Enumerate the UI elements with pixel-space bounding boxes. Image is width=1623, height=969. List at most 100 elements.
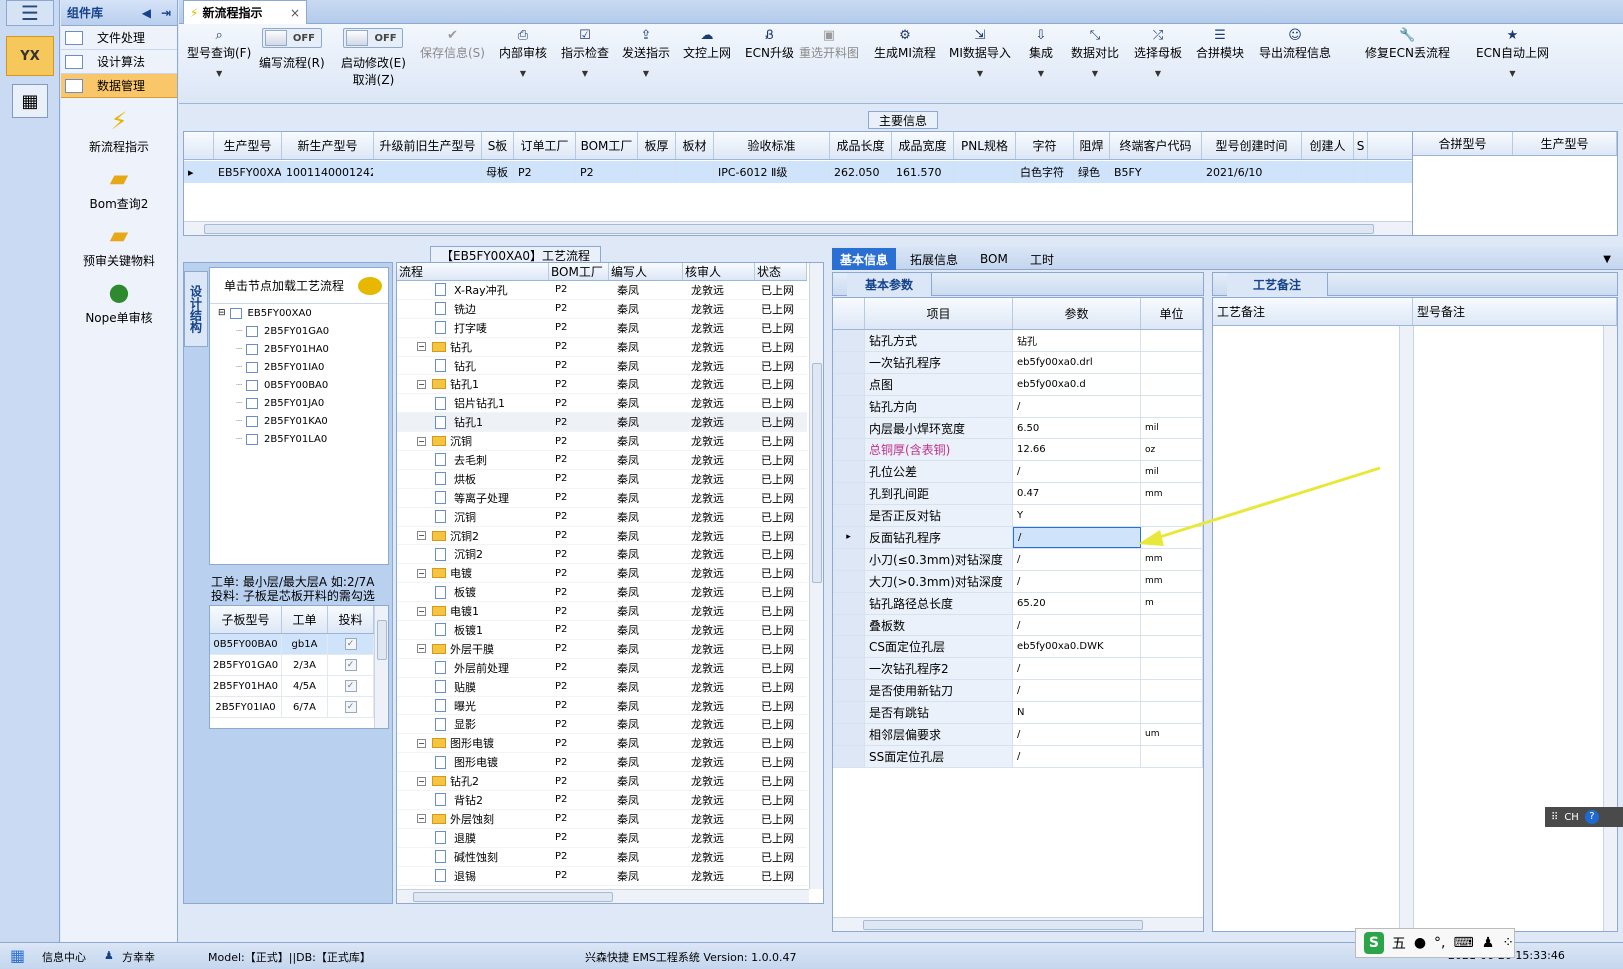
param-row[interactable]: 内层最小焊环宽度 6.50 mil bbox=[833, 417, 1203, 440]
collapse-icon[interactable]: − bbox=[417, 606, 426, 616]
generate-mi-flow-button[interactable]: ⚙ 生成MI流程 bbox=[874, 28, 936, 61]
list-item[interactable]: 退膜 P2 秦凤 龙敦远 已上网 bbox=[397, 829, 807, 848]
param-row[interactable]: CS面定位孔层 eb5fy00xa0.DWK bbox=[833, 636, 1203, 659]
vertical-scrollbar[interactable] bbox=[374, 606, 388, 728]
table-row[interactable]: 2B5FY01IA0 6/7A ✓ bbox=[210, 697, 388, 718]
tab-design-structure[interactable]: 设计结构 bbox=[184, 271, 208, 347]
hamburger-menu-icon[interactable]: ☰ bbox=[6, 0, 54, 26]
language-bar[interactable]: ⠿ CH ? bbox=[1545, 807, 1623, 827]
column-header[interactable]: 订单工厂 bbox=[514, 132, 576, 159]
vertical-scrollbar[interactable] bbox=[1399, 326, 1413, 931]
param-row[interactable]: 是否使用新钻刀 / bbox=[833, 680, 1203, 703]
tab-bom[interactable]: BOM bbox=[972, 248, 1016, 270]
list-item[interactable]: 退锡 P2 秦凤 龙敦远 已上网 bbox=[397, 867, 807, 886]
table-cell[interactable]: 绿色 bbox=[1074, 161, 1110, 183]
table-cell[interactable]: 161.570 bbox=[892, 161, 954, 183]
horizontal-scrollbar[interactable] bbox=[397, 889, 809, 903]
mi-data-import-button[interactable]: ⇲ MI数据导入 ▼ bbox=[949, 28, 1011, 78]
param-row[interactable]: 大刀(>0.3mm)对钻深度 / mm bbox=[833, 570, 1203, 593]
save-info-button[interactable]: ✔ 保存信息(S) bbox=[420, 28, 485, 61]
list-item[interactable]: X-Ray冲孔 P2 秦凤 龙敦远 已上网 bbox=[397, 281, 807, 300]
list-item[interactable]: 碱性蚀刻 P2 秦凤 龙敦远 已上网 bbox=[397, 848, 807, 867]
list-item[interactable]: 钻孔1 P2 秦凤 龙敦远 已上网 bbox=[397, 413, 807, 433]
list-item[interactable]: 曝光 P2 秦凤 龙敦远 已上网 bbox=[397, 697, 807, 716]
table-cell[interactable] bbox=[1354, 161, 1368, 183]
moon-icon[interactable]: ● bbox=[1414, 935, 1426, 951]
column-header[interactable]: S板 bbox=[482, 132, 514, 159]
list-item[interactable]: 钻孔 P2 秦凤 龙敦远 已上网 bbox=[397, 357, 807, 376]
column-header[interactable]: 验收标准 bbox=[714, 132, 830, 159]
param-row[interactable]: 钻孔路径总长度 65.20 m bbox=[833, 592, 1203, 615]
ecn-upgrade-button[interactable]: Ᏸ ECN升级 bbox=[745, 28, 794, 61]
select-mother-board-button[interactable]: ⤮ 选择母板 ▼ bbox=[1134, 28, 1182, 78]
column-header[interactable]: 生产型号 bbox=[214, 132, 282, 159]
param-value-cell[interactable]: Y bbox=[1013, 505, 1141, 527]
list-item[interactable]: − 沉铜 P2 秦凤 龙敦远 已上网 bbox=[397, 432, 807, 452]
tree-node-root[interactable]: ⊟ EB5FY00XA0 bbox=[210, 304, 388, 322]
param-value-cell[interactable]: N bbox=[1013, 702, 1141, 724]
tree-node[interactable]: ┈ 2B5FY01KA0 bbox=[210, 412, 388, 430]
table-cell[interactable]: P2 bbox=[514, 161, 576, 183]
collapse-icon[interactable]: − bbox=[417, 436, 426, 446]
list-item[interactable]: − 钻孔1 P2 秦凤 龙敦远 已上网 bbox=[397, 375, 807, 395]
feed-checkbox[interactable]: ✓ bbox=[344, 701, 357, 713]
param-value-cell[interactable]: / bbox=[1013, 680, 1141, 702]
vertical-scrollbar[interactable] bbox=[1603, 326, 1617, 931]
user-icon[interactable]: ♟ bbox=[1482, 935, 1495, 951]
chevron-down-icon[interactable]: ▼ bbox=[1595, 248, 1619, 270]
column-header[interactable]: 成品长度 bbox=[830, 132, 892, 159]
list-item[interactable]: − 沉铜2 P2 秦凤 龙敦远 已上网 bbox=[397, 527, 807, 546]
feed-checkbox[interactable]: ✓ bbox=[344, 659, 357, 671]
list-item[interactable]: 等离子处理 P2 秦凤 龙敦远 已上网 bbox=[397, 489, 807, 508]
list-item[interactable]: − 钻孔 P2 秦凤 龙敦远 已上网 bbox=[397, 338, 807, 357]
table-cell[interactable] bbox=[954, 161, 1016, 183]
table-row[interactable]: ▸EB5FY00XA010011400012429母板P2P2IPC-6012 … bbox=[184, 161, 1412, 183]
tool-new-flow[interactable]: ⚡ 新流程指示 bbox=[61, 106, 177, 155]
column-header[interactable]: 终端客户代码 bbox=[1110, 132, 1202, 159]
tree-node[interactable]: ┈ 2B5FY01LA0 bbox=[210, 430, 388, 448]
column-header[interactable]: 阻焊 bbox=[1074, 132, 1110, 159]
param-row[interactable]: 钻孔方向 / bbox=[833, 395, 1203, 418]
column-header[interactable]: 字符 bbox=[1016, 132, 1074, 159]
fix-ecn-lost-flow-button[interactable]: 🔧 修复ECN丢流程 bbox=[1365, 28, 1450, 61]
table-cell[interactable]: IPC-6012 Ⅱ级 bbox=[714, 161, 830, 183]
list-item[interactable]: 图形电镀 P2 秦凤 龙敦远 已上网 bbox=[397, 753, 807, 773]
column-header[interactable]: 升级前旧生产型号 bbox=[374, 132, 482, 159]
param-row[interactable]: 是否有跳钻 N bbox=[833, 702, 1203, 725]
table-cell[interactable]: B5FY bbox=[1110, 161, 1202, 183]
param-value-cell[interactable]: / bbox=[1013, 395, 1141, 417]
column-header[interactable]: 型号创建时间 bbox=[1202, 132, 1302, 159]
collapse-icon[interactable]: − bbox=[417, 776, 426, 786]
list-item[interactable]: 沉铜 P2 秦凤 龙敦远 已上网 bbox=[397, 508, 807, 527]
list-item[interactable]: − 图形电镀 P2 秦凤 龙敦远 已上网 bbox=[397, 734, 807, 754]
list-item[interactable]: 打字唛 P2 秦凤 龙敦远 已上网 bbox=[397, 319, 807, 338]
apps-icon[interactable]: ⁘ bbox=[1502, 935, 1514, 951]
write-flow-toggle[interactable]: OFF 编写流程(R) bbox=[259, 28, 325, 71]
table-cell[interactable]: 白色字符 bbox=[1016, 161, 1074, 183]
keyboard-icon[interactable]: ⌨ bbox=[1453, 935, 1473, 951]
feed-checkbox[interactable]: ✓ bbox=[344, 638, 357, 650]
table-cell[interactable] bbox=[374, 161, 482, 183]
list-item[interactable]: 背钻2 P2 秦凤 龙敦远 已上网 bbox=[397, 791, 807, 810]
param-value-cell[interactable]: / bbox=[1013, 461, 1141, 483]
param-row[interactable]: SS面定位孔层 / bbox=[833, 745, 1203, 768]
table-cell[interactable] bbox=[676, 161, 714, 183]
horizontal-scrollbar[interactable] bbox=[184, 221, 1412, 235]
list-item[interactable]: 去毛刺 P2 秦凤 龙敦远 已上网 bbox=[397, 451, 807, 470]
param-value-cell[interactable]: / bbox=[1013, 570, 1141, 592]
merge-module-button[interactable]: ☰ 合拼模块 bbox=[1196, 28, 1244, 61]
column-header[interactable]: S bbox=[1354, 132, 1368, 159]
start-edit-toggle[interactable]: OFF 启动修改(E) 取消(Z) bbox=[341, 28, 406, 88]
param-value-cell[interactable]: / bbox=[1013, 745, 1141, 767]
param-value-cell[interactable]: 钻孔 bbox=[1013, 330, 1141, 351]
tool-prereview-materials[interactable]: ▰ 预审关键物料 bbox=[61, 220, 177, 269]
integrate-button[interactable]: ⇩ 集成 ▼ bbox=[1029, 28, 1053, 78]
column-header[interactable]: 新生产型号 bbox=[282, 132, 374, 159]
param-value-cell[interactable]: / bbox=[1013, 724, 1141, 745]
column-header[interactable]: 成品宽度 bbox=[892, 132, 954, 159]
param-value-cell[interactable]: 6.50 bbox=[1013, 417, 1141, 439]
param-value-cell[interactable]: eb5fy00xa0.drl bbox=[1013, 351, 1141, 373]
column-header[interactable]: PNL规格 bbox=[954, 132, 1016, 159]
list-item[interactable]: − 电镀 P2 秦凤 龙敦远 已上网 bbox=[397, 564, 807, 584]
nav-item-file-processing[interactable]: 文件处理 bbox=[61, 26, 177, 50]
